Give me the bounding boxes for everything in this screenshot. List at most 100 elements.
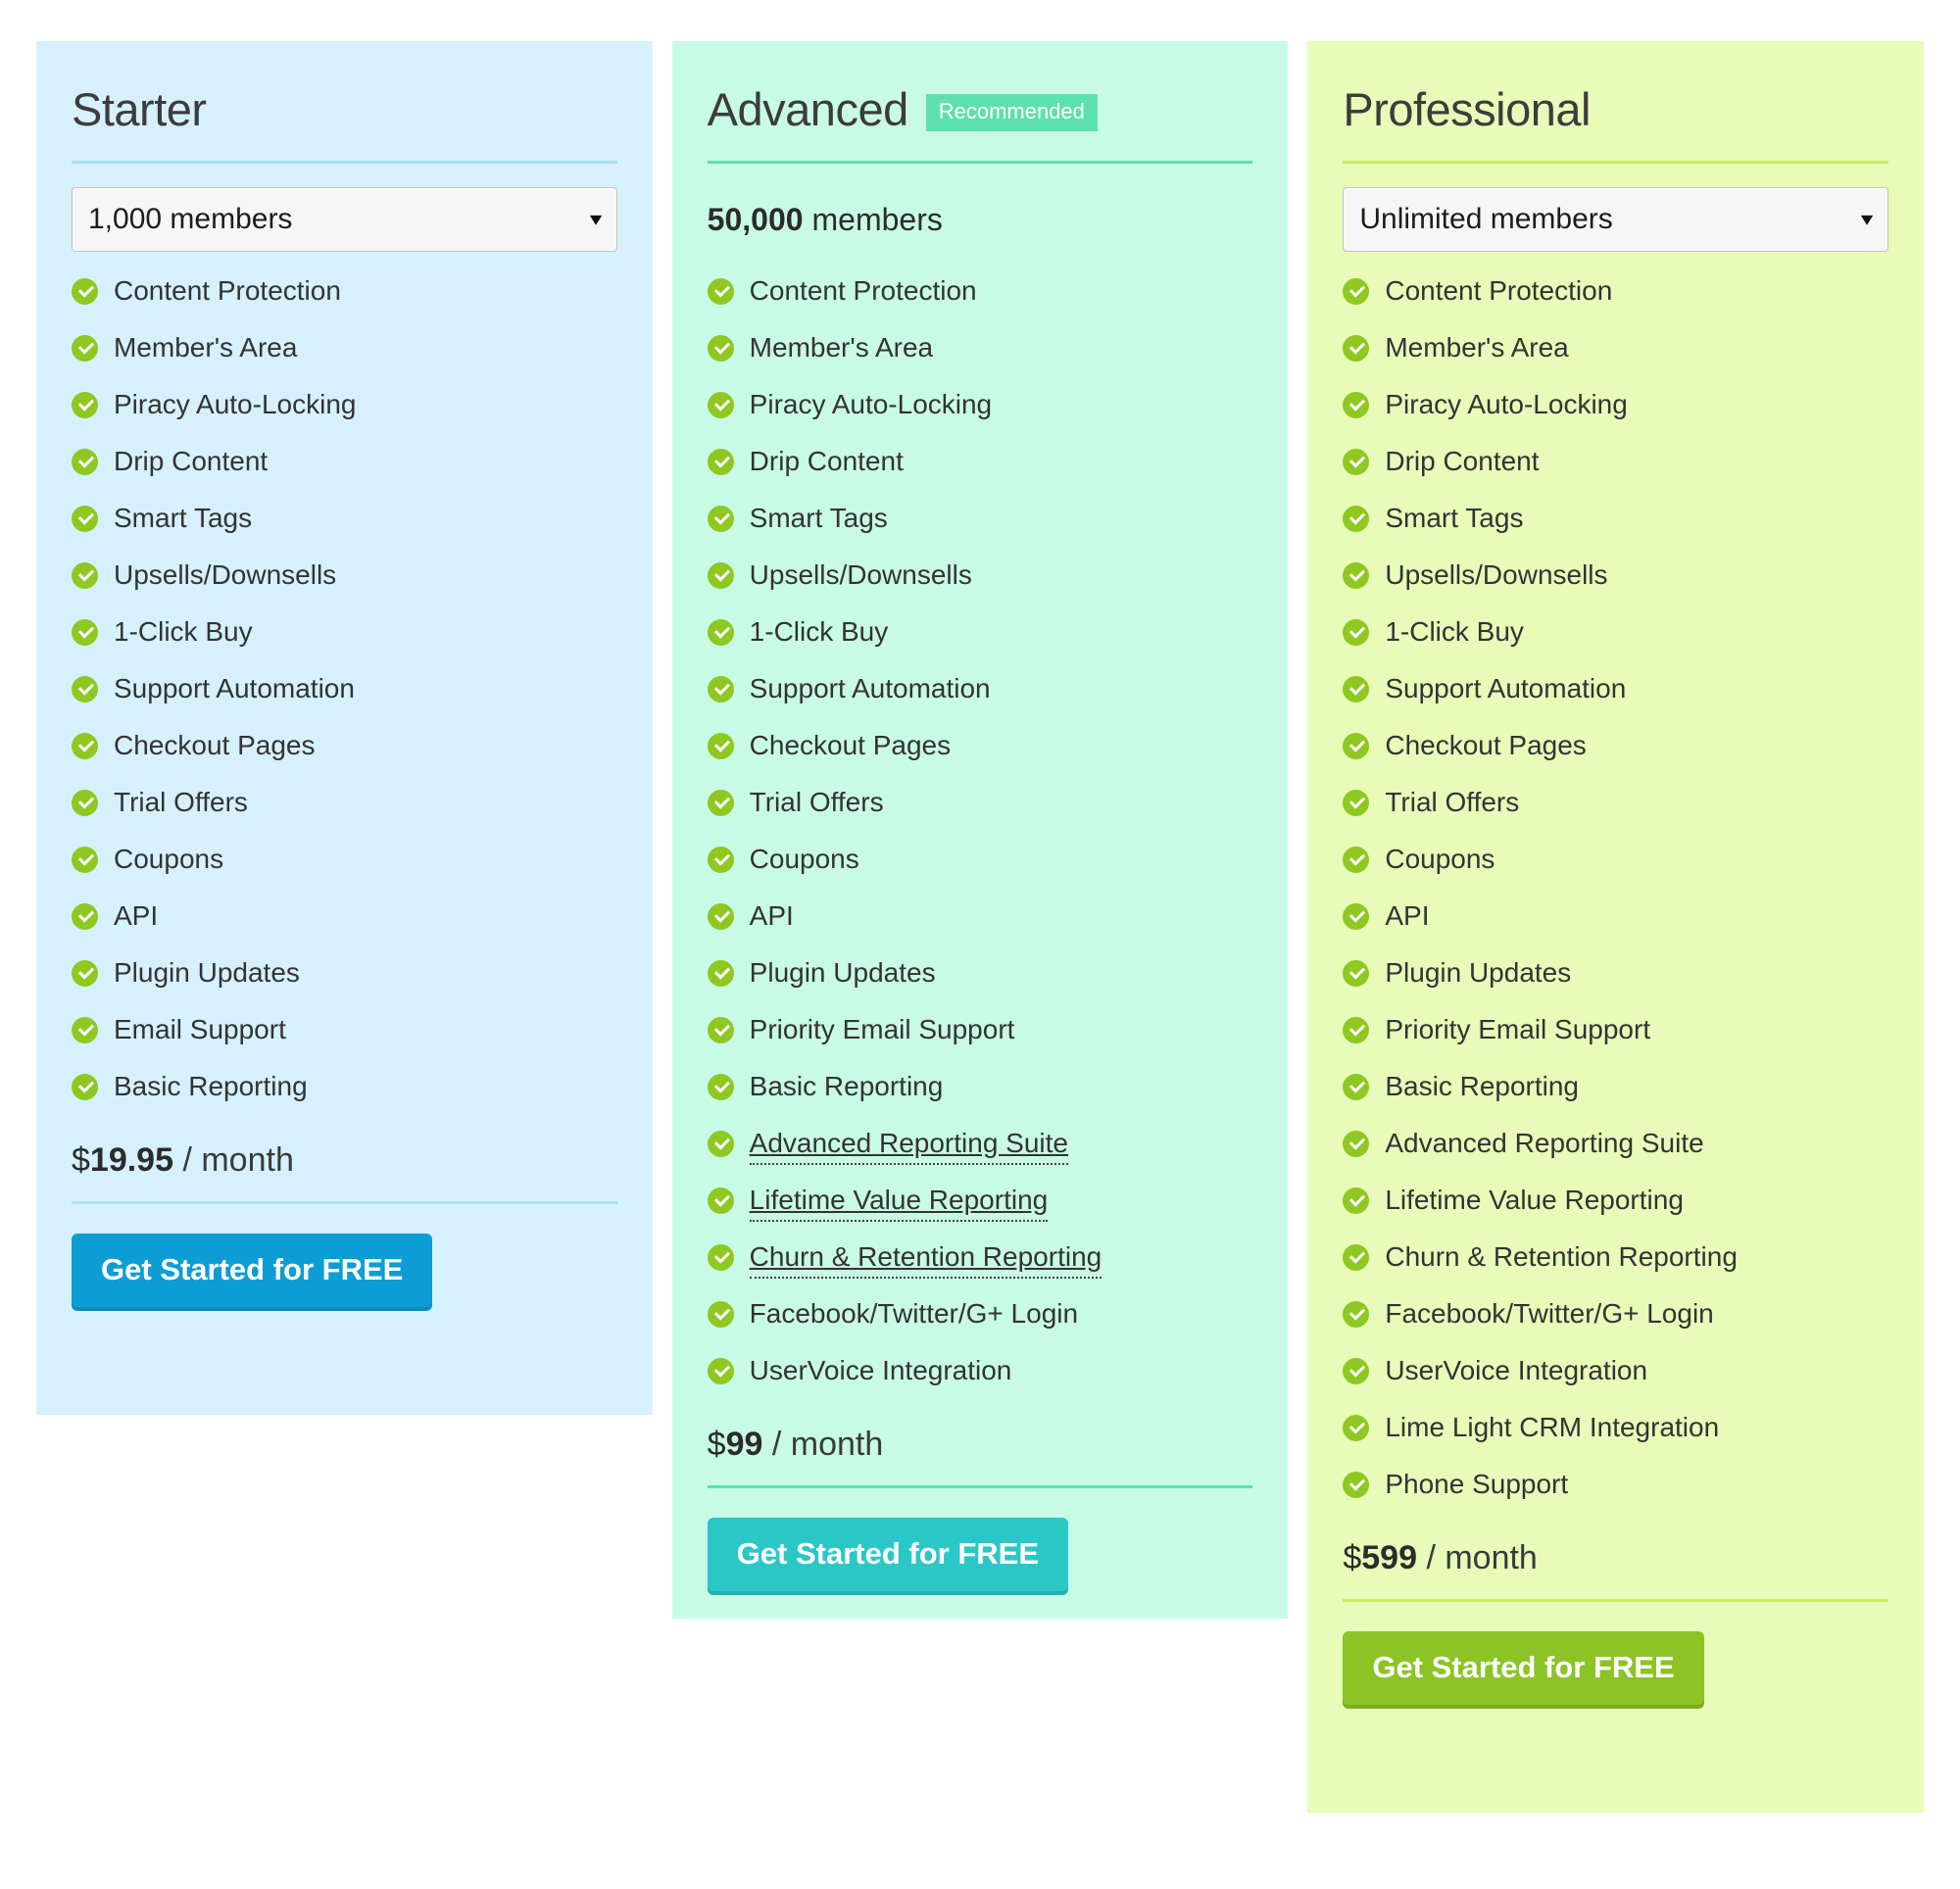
check-circle-icon [707, 733, 734, 759]
price-currency: $ [1343, 1539, 1362, 1576]
feature-label: Trial Offers [114, 787, 248, 817]
feature-label: Smart Tags [114, 503, 253, 533]
check-circle-icon [72, 1017, 98, 1043]
chevron-down-icon: ▾ [589, 209, 602, 230]
check-circle-icon [1343, 1358, 1370, 1384]
header-divider-starter [72, 161, 617, 164]
feature-label: Trial Offers [749, 787, 884, 817]
feature-label: Facebook/Twitter/G+ Login [749, 1298, 1079, 1329]
feature-item: Content Protection [72, 273, 617, 313]
feature-item: API [1343, 898, 1888, 938]
members-select-professional[interactable]: Unlimited members ▾ [1343, 187, 1889, 252]
members-count-advanced: 50,000 members [708, 187, 1253, 252]
feature-label: Priority Email Support [1385, 1014, 1651, 1044]
check-circle-icon [72, 562, 98, 589]
check-circle-icon [707, 1301, 734, 1328]
check-circle-icon [72, 903, 98, 930]
members-select-value: 1,000 members [88, 203, 293, 235]
feature-item: Priority Email Support [707, 1012, 1253, 1051]
get-started-button-starter[interactable]: Get Started for FREE [72, 1234, 433, 1307]
check-circle-icon [72, 733, 98, 759]
feature-label: Upsells/Downsells [114, 559, 337, 590]
check-circle-icon [707, 392, 734, 418]
feature-label: Checkout Pages [749, 730, 952, 760]
feature-item: Checkout Pages [72, 728, 617, 767]
feature-label: Content Protection [1385, 275, 1613, 306]
check-circle-icon [72, 960, 98, 987]
feature-item: Support Automation [707, 671, 1253, 710]
feature-label: Content Protection [114, 275, 341, 306]
check-circle-icon [72, 847, 98, 873]
feature-label[interactable]: Churn & Retention Reporting [749, 1239, 1102, 1279]
price-amount: 19.95 [89, 1141, 174, 1179]
feature-item: Trial Offers [707, 785, 1253, 824]
feature-item: UserVoice Integration [1343, 1353, 1888, 1392]
check-circle-icon [707, 1017, 734, 1043]
feature-label: 1-Click Buy [114, 616, 253, 647]
check-circle-icon [707, 847, 734, 873]
feature-item: Piracy Auto-Locking [707, 387, 1253, 426]
check-circle-icon [1343, 903, 1370, 930]
feature-item: Facebook/Twitter/G+ Login [1343, 1296, 1888, 1335]
pricing-columns: Starter 1,000 members ▾ Content Protection M… [36, 41, 1925, 1813]
check-circle-icon [1343, 676, 1370, 702]
feature-item: Email Support [72, 1012, 617, 1051]
check-circle-icon [1343, 1244, 1370, 1271]
feature-item: Support Automation [72, 671, 617, 710]
get-started-button-professional[interactable]: Get Started for FREE [1343, 1631, 1704, 1705]
check-circle-icon [1343, 278, 1370, 305]
feature-label: Basic Reporting [114, 1071, 308, 1101]
plan-card-professional: Professional Unlimited members ▾ Content Pr… [1307, 41, 1925, 1813]
check-circle-icon [707, 449, 734, 475]
members-select-value: Unlimited members [1359, 203, 1613, 235]
feature-item: Member's Area [1343, 330, 1888, 369]
feature-item: Piracy Auto-Locking [72, 387, 617, 426]
feature-item: Lime Light CRM Integration [1343, 1410, 1888, 1449]
feature-label[interactable]: Advanced Reporting Suite [749, 1126, 1068, 1165]
feature-item: Churn & Retention Reporting [1343, 1239, 1888, 1279]
plan-title-professional: Professional [1343, 82, 1591, 135]
feature-label: API [1385, 900, 1430, 931]
feature-label: Trial Offers [1385, 787, 1520, 817]
price-amount: 99 [725, 1426, 763, 1463]
price-period: / month [1417, 1539, 1538, 1576]
feature-item: Coupons [1343, 842, 1888, 881]
check-circle-icon [707, 960, 734, 987]
check-circle-icon [707, 619, 734, 646]
feature-item: Plugin Updates [707, 955, 1253, 994]
check-circle-icon [707, 676, 734, 702]
feature-label: Email Support [114, 1014, 286, 1044]
feature-item: Upsells/Downsells [707, 557, 1253, 597]
get-started-button-advanced[interactable]: Get Started for FREE [707, 1518, 1068, 1591]
feature-item: UserVoice Integration [707, 1353, 1253, 1392]
feature-item: Facebook/Twitter/G+ Login [707, 1296, 1253, 1335]
plan-title-advanced: Advanced [707, 82, 909, 135]
check-circle-icon [707, 335, 734, 362]
check-circle-icon [72, 392, 98, 418]
feature-item: Checkout Pages [1343, 728, 1888, 767]
check-circle-icon [707, 790, 734, 816]
check-circle-icon [707, 506, 734, 532]
check-circle-icon [1343, 619, 1370, 646]
price-amount: 599 [1361, 1539, 1417, 1576]
feature-item: Member's Area [72, 330, 617, 369]
feature-label: Smart Tags [1385, 503, 1524, 533]
check-circle-icon [1343, 1415, 1370, 1441]
check-circle-icon [1343, 733, 1370, 759]
feature-item: Trial Offers [1343, 785, 1888, 824]
feature-label[interactable]: Lifetime Value Reporting [749, 1183, 1049, 1222]
feature-label: Lifetime Value Reporting [1385, 1185, 1684, 1215]
check-circle-icon [1343, 1301, 1370, 1328]
check-circle-icon [1343, 790, 1370, 816]
feature-label: UserVoice Integration [749, 1355, 1012, 1385]
price-starter: $19.95 / month [72, 1141, 617, 1180]
price-professional: $599 / month [1343, 1539, 1888, 1577]
feature-item: Checkout Pages [707, 728, 1253, 767]
plan-card-starter: Starter 1,000 members ▾ Content Protection M… [36, 41, 653, 1415]
members-select-starter[interactable]: 1,000 members ▾ [72, 187, 617, 252]
plan-title-starter: Starter [72, 82, 207, 135]
feature-item: Support Automation [1343, 671, 1888, 710]
feature-item: Priority Email Support [1343, 1012, 1888, 1051]
feature-item: Basic Reporting [707, 1069, 1253, 1108]
feature-label: Content Protection [749, 275, 977, 306]
